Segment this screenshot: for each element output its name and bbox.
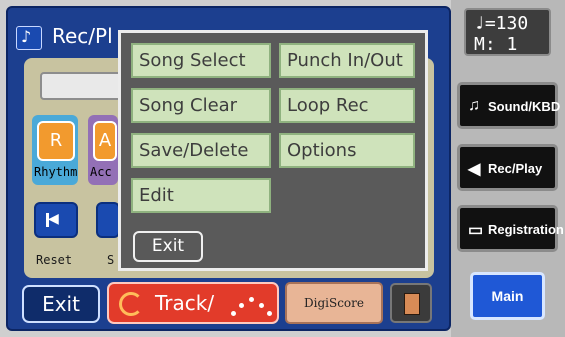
menu-item-options[interactable]: Options	[279, 133, 415, 168]
rec-play-button[interactable]: ◀ Rec/Play	[457, 144, 558, 191]
registration-label: Registration	[488, 222, 564, 237]
sound-kbd-label: Sound/KBD	[488, 99, 561, 114]
page-title: Rec/Pl	[52, 24, 113, 48]
digiscore-label: DigiScore	[304, 296, 364, 310]
recplay-screen-icon	[16, 26, 42, 50]
speaker-icon: ◀	[468, 161, 481, 178]
sound-kbd-button[interactable]: ♫ Sound/KBD	[457, 82, 561, 129]
track-label: Track/	[155, 291, 215, 315]
menu-item-song-select[interactable]: Song Select	[131, 43, 271, 78]
accomp-part-button[interactable]: A Acc	[88, 115, 118, 185]
accomp-part-cap: A	[93, 121, 117, 161]
accomp-part-label: Acc	[90, 165, 112, 179]
menu-item-punch-in-out[interactable]: Punch In/Out	[279, 43, 415, 78]
rhythm-part-cap: R	[37, 121, 75, 161]
loop-arrow-icon	[119, 292, 143, 316]
measure-value: M: 1	[474, 34, 518, 55]
transport-button[interactable]	[96, 202, 120, 238]
menu-item-song-clear[interactable]: Song Clear	[131, 88, 271, 123]
menu-item-edit[interactable]: Edit	[131, 178, 271, 213]
transport-label: S	[107, 253, 115, 267]
menu-exit-button[interactable]: Exit	[133, 231, 203, 262]
reset-label: Reset	[36, 253, 73, 267]
dots-icon	[227, 293, 273, 319]
tempo-value: ♩=130	[474, 13, 529, 34]
menu-item-loop-rec[interactable]: Loop Rec	[279, 88, 415, 123]
exit-button[interactable]: Exit	[22, 285, 100, 323]
score-view-button[interactable]	[390, 283, 432, 323]
music-notes-icon: ♫	[468, 97, 480, 114]
main-button[interactable]: Main	[470, 272, 545, 320]
book-icon: ▭	[468, 222, 484, 239]
rhythm-part-label: Rhythm	[34, 165, 78, 179]
track-button[interactable]: Track/	[107, 282, 279, 324]
reset-button[interactable]	[34, 202, 78, 238]
rhythm-part-button[interactable]: R Rhythm	[32, 115, 78, 185]
digiscore-button[interactable]: DigiScore	[285, 282, 383, 324]
tempo-display: ♩=130 M: 1	[464, 8, 551, 56]
menu-item-save-delete[interactable]: Save/Delete	[131, 133, 271, 168]
registration-button[interactable]: ▭ Registration	[457, 205, 564, 252]
rec-play-label: Rec/Play	[488, 161, 543, 176]
rec-play-menu: Song Select Punch In/Out Song Clear Loop…	[118, 30, 428, 271]
